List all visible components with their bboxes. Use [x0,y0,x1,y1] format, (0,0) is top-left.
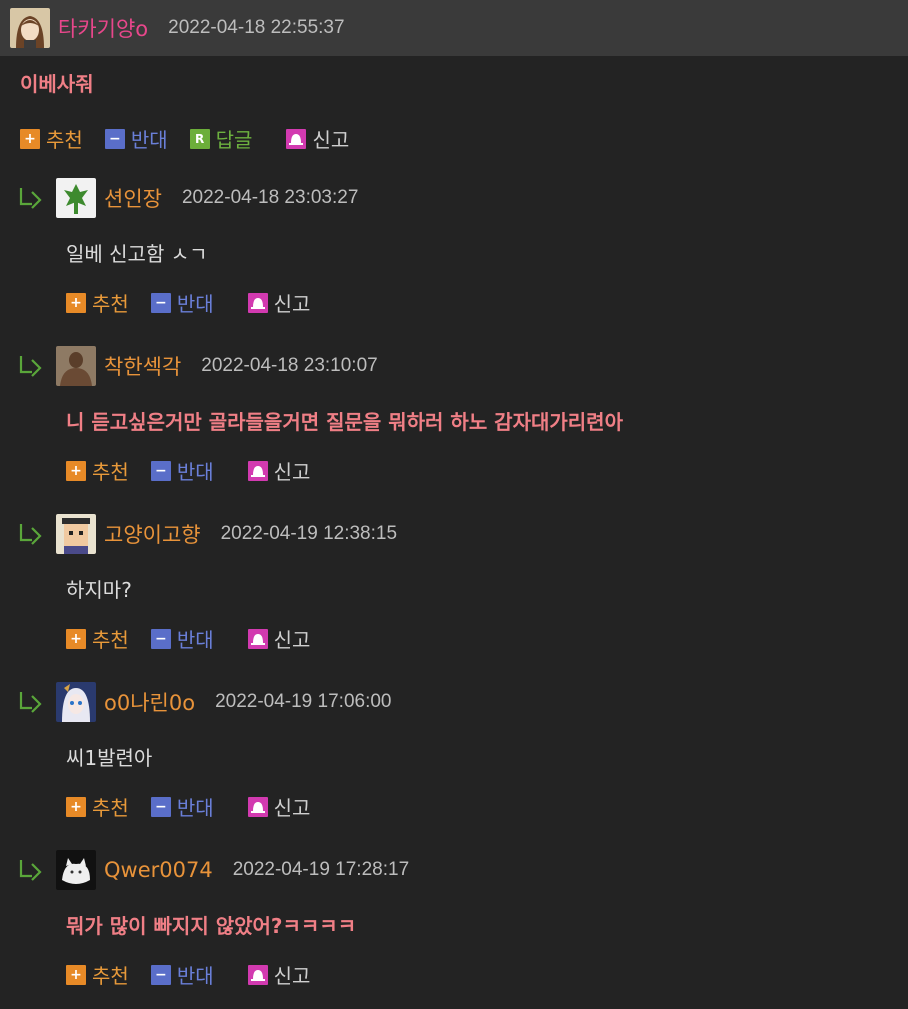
reply-author[interactable]: 착한섹각 [104,351,181,381]
report-button[interactable]: 신고 [286,124,349,153]
reply-item: 션인장 2022-04-18 23:03:27 일베 신고함 ㅅㄱ + 추천 −… [0,168,908,336]
reply-actions: + 추천 − 반대 신고 [66,624,332,653]
reply-timestamp: 2022-04-19 17:28:17 [232,859,410,880]
reply-header: 션인장 2022-04-18 23:03:27 [18,178,358,218]
post-timestamp: 2022-04-18 22:55:37 [168,17,345,38]
reply-timestamp: 2022-04-19 12:38:15 [220,523,398,544]
alarm-icon [247,292,268,313]
plus-icon: + [66,796,86,817]
r-icon: R [189,128,210,149]
reply-button[interactable]: R 답글 [189,124,252,153]
reply-author[interactable]: Qwer0074 [104,858,213,882]
downvote-button[interactable]: − 반대 [150,792,214,821]
reply-header: Qwer0074 2022-04-19 17:28:17 [18,850,409,890]
alarm-icon [247,796,268,817]
reply-timestamp: 2022-04-18 23:03:27 [181,187,359,208]
plus-icon: + [66,460,86,481]
upvote-button[interactable]: + 추천 [66,288,129,317]
post-body: 이베사줘 [20,72,94,96]
upvote-button[interactable]: + 추천 [66,624,129,653]
plus-icon: + [20,128,40,149]
report-button[interactable]: 신고 [247,288,310,317]
reply-author[interactable]: o0나린0o [104,687,195,717]
minus-icon: − [150,964,171,985]
downvote-button[interactable]: − 반대 [150,960,214,989]
downvote-button[interactable]: − 반대 [150,456,214,485]
report-button[interactable]: 신고 [247,624,310,653]
upvote-button[interactable]: + 추천 [66,792,129,821]
reply-avatar[interactable] [56,850,96,890]
reply-avatar[interactable] [56,178,96,218]
reply-body: 니 듣고싶은거만 골라들을거면 질문을 뭐하러 하노 감자대가리련아 [66,410,623,434]
plus-icon: + [66,628,86,649]
upvote-button[interactable]: + 추천 [66,960,129,989]
reply-item: Qwer0074 2022-04-19 17:28:17 뭐가 많이 빠지지 않… [0,840,908,1008]
reply-body: 씨1발련아 [66,746,153,770]
downvote-button[interactable]: − 반대 [150,624,214,653]
reply-arrow-icon [19,524,42,545]
reply-body: 하지마? [66,578,132,602]
author-avatar[interactable] [10,8,50,48]
upvote-button[interactable]: + 추천 [20,124,83,153]
reply-item: 고양이고향 2022-04-19 12:38:15 하지마? + 추천 − 반대… [0,504,908,672]
report-button[interactable]: 신고 [247,792,310,821]
reply-timestamp: 2022-04-18 23:10:07 [201,355,378,376]
reply-actions: + 추천 − 반대 신고 [66,960,332,989]
reply-arrow-icon [19,692,42,713]
report-button[interactable]: 신고 [247,960,310,989]
post-actions: + 추천 − 반대 R 답글 신고 [20,124,371,153]
report-button[interactable]: 신고 [247,456,310,485]
reply-avatar[interactable] [56,346,96,386]
reply-arrow-icon [19,188,42,209]
upvote-button[interactable]: + 추천 [66,456,129,485]
plus-icon: + [66,964,86,985]
minus-icon: − [150,796,171,817]
minus-icon: − [104,128,125,149]
post-header: 타카기양o 2022-04-18 22:55:37 [0,0,908,56]
reply-arrow-icon [19,356,42,377]
minus-icon: − [150,460,171,481]
reply-item: 착한섹각 2022-04-18 23:10:07 니 듣고싶은거만 골라들을거면… [0,336,908,504]
minus-icon: − [150,628,171,649]
reply-avatar[interactable] [56,682,96,722]
reply-actions: + 추천 − 반대 신고 [66,792,332,821]
reply-arrow-icon [19,860,42,881]
downvote-button[interactable]: − 반대 [150,288,214,317]
reply-author[interactable]: 고양이고향 [104,519,201,549]
reply-actions: + 추천 − 반대 신고 [66,288,332,317]
reply-avatar[interactable] [56,514,96,554]
alarm-icon [247,964,268,985]
reply-author[interactable]: 션인장 [104,183,162,213]
alarm-icon [286,128,307,149]
reply-header: 고양이고향 2022-04-19 12:38:15 [18,514,397,554]
downvote-button[interactable]: − 반대 [104,124,168,153]
plus-icon: + [66,292,86,313]
reply-header: 착한섹각 2022-04-18 23:10:07 [18,346,378,386]
alarm-icon [247,460,268,481]
reply-header: o0나린0o 2022-04-19 17:06:00 [18,682,392,722]
reply-actions: + 추천 − 반대 신고 [66,456,332,485]
alarm-icon [247,628,268,649]
minus-icon: − [150,292,171,313]
reply-item: o0나린0o 2022-04-19 17:06:00 씨1발련아 + 추천 − … [0,672,908,840]
reply-timestamp: 2022-04-19 17:06:00 [215,691,392,712]
reply-body: 뭐가 많이 빠지지 않았어?ㅋㅋㅋㅋ [66,914,357,938]
author-name[interactable]: 타카기양o [58,13,148,43]
reply-body: 일베 신고함 ㅅㄱ [66,242,208,266]
